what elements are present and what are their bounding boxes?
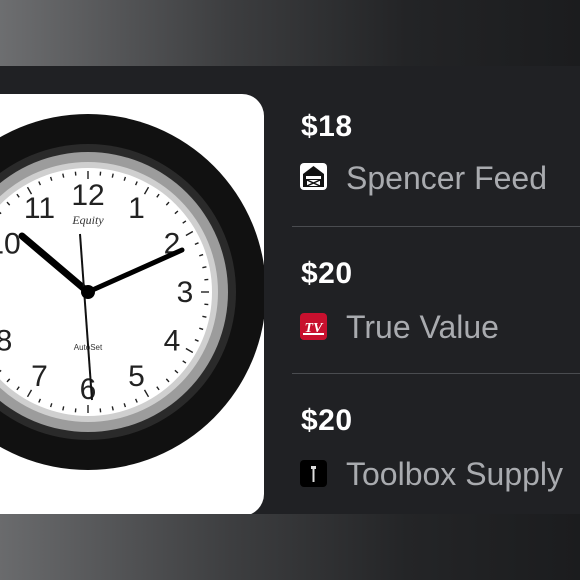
offer-row-true-value[interactable]: $20 TV True Value (292, 226, 580, 373)
dial-number: 7 (31, 360, 48, 393)
offer-price: $18 (301, 110, 353, 143)
dial-number: 6 (80, 373, 97, 406)
bottom-background-band (0, 514, 580, 580)
dial-number: 5 (128, 360, 145, 393)
dial-tick (202, 266, 207, 269)
dial-number: 10 (0, 228, 21, 261)
product-image[interactable]: 121234567891011 Equity AutoSet (0, 94, 264, 516)
store-name: True Value (346, 309, 499, 345)
dial-number: 4 (164, 325, 181, 358)
offer-price: $20 (301, 257, 353, 290)
dial-number: 12 (71, 179, 104, 212)
dial-tick (62, 173, 65, 178)
dial-tick (111, 406, 114, 411)
tool-icon (300, 460, 327, 487)
dial-tick (62, 406, 65, 411)
offers-list: $18 Spencer Feed $20 TV True Value $20 T… (292, 66, 580, 514)
dial-number: 8 (0, 325, 12, 358)
product-offers-card: 121234567891011 Equity AutoSet $18 Spenc… (0, 66, 580, 516)
offer-price: $20 (301, 404, 353, 437)
dial-tick (111, 173, 114, 178)
dial-number: 1 (128, 192, 145, 225)
offer-row-toolbox-supply[interactable]: $20 Toolbox Supply (292, 373, 580, 520)
dial-tick (202, 315, 207, 318)
barn-icon (300, 163, 327, 190)
top-background-band (0, 0, 580, 66)
wall-clock-image: 121234567891011 Equity AutoSet (0, 114, 264, 470)
store-name: Spencer Feed (346, 160, 548, 196)
offer-row-spencer-feed[interactable]: $18 Spencer Feed (292, 66, 580, 212)
dial-brand: Equity (71, 213, 104, 227)
dial-number: 11 (24, 192, 55, 225)
store-name: Toolbox Supply (346, 456, 564, 492)
dial-number: 3 (177, 276, 194, 309)
true-value-logo-icon: TV (300, 313, 327, 340)
